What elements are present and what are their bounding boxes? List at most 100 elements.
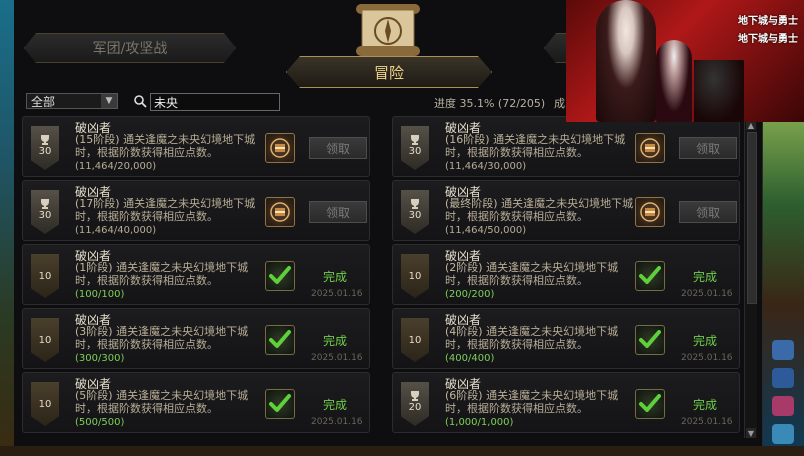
done-label: 完成 (323, 398, 348, 412)
points-badge: 30 (31, 190, 59, 234)
claim-button[interactable]: 领取 (679, 137, 737, 159)
points-value: 20 (408, 402, 422, 413)
trophy-icon (41, 199, 49, 209)
points-value: 10 (38, 271, 52, 282)
claim-button[interactable]: 领取 (309, 201, 367, 223)
done-label: 完成 (693, 334, 718, 348)
progress-text: 进度 35.1% (72/205) (434, 97, 546, 110)
completion-date: 2025.01.16 (681, 353, 733, 363)
points-badge: 10 (401, 318, 429, 362)
achievement-progress: (11,464/30,000) (445, 161, 527, 172)
achievement-progress: (1,000/1,000) (445, 417, 514, 428)
reward-chest-icon[interactable] (635, 197, 665, 227)
side-menu-icon[interactable] (772, 340, 794, 360)
achievement-stage: (4阶段) (445, 325, 483, 338)
achievement-description: (2阶段) 通关逢魔之未央幻境地下城时，根据阶数获得相应点数。 (445, 261, 635, 287)
ad-logo: 地下城与勇士 (738, 34, 798, 45)
scroll-down-icon[interactable]: ▼ (746, 428, 756, 438)
points-value: 10 (408, 335, 422, 346)
points-badge: 30 (31, 126, 59, 170)
completion-date: 2025.01.16 (311, 289, 363, 299)
scroll-thumb[interactable] (747, 132, 757, 304)
done-label: 完成 (693, 270, 718, 284)
achievement-stage: (17阶段) (75, 197, 120, 210)
ad-character (656, 40, 692, 122)
completion-date: 2025.01.16 (311, 417, 363, 427)
search-input[interactable] (150, 93, 280, 111)
points-badge: 30 (401, 126, 429, 170)
achievement-progress: (200/200) (445, 289, 495, 300)
achievement-stage: (15阶段) (75, 133, 120, 146)
achievement-stage: (16阶段) (445, 133, 490, 146)
achievement-progress: (400/400) (445, 353, 495, 364)
tab-label: 军团/攻坚战 (92, 41, 168, 57)
game-background-left (0, 0, 14, 456)
scrollbar[interactable]: ▲ ▼ (744, 120, 757, 438)
achievement-description: (4阶段) 通关逢魔之未央幻境地下城时，根据阶数获得相应点数。 (445, 325, 635, 351)
points-value: 10 (38, 399, 52, 410)
side-menu-icon[interactable] (772, 368, 794, 388)
dropdown-value: 全部 (31, 94, 56, 109)
tab-legion-siege[interactable]: 军团/攻坚战 (24, 33, 236, 63)
points-badge: 10 (31, 318, 59, 362)
points-value: 30 (38, 210, 52, 221)
achievement-description: (6阶段) 通关逢魔之未央幻境地下城时，根据阶数获得相应点数。 (445, 389, 635, 415)
achievement-card: 30 破凶者 (最终阶段) 通关逢魔之未央幻境地下城时，根据阶数获得相应点数。 (11… (392, 180, 740, 241)
progress-extra: 成 (554, 97, 565, 110)
points-badge: 10 (31, 254, 59, 298)
reward-chest-icon[interactable] (635, 133, 665, 163)
achievement-stage: (3阶段) (75, 325, 113, 338)
points-badge: 10 (401, 254, 429, 298)
points-value: 10 (38, 335, 52, 346)
trophy-icon (411, 391, 419, 401)
side-menu-icon[interactable] (772, 396, 794, 416)
ad-character (596, 0, 656, 122)
ad-banner[interactable]: 地下城与勇士 地下城与勇士 (566, 0, 804, 122)
achievement-card: 30 破凶者 (16阶段) 通关逢魔之未央幻境地下城时，根据阶数获得相应点数。 (11… (392, 116, 740, 177)
achievement-description: (5阶段) 通关逢魔之未央幻境地下城时，根据阶数获得相应点数。 (75, 389, 265, 415)
achievement-progress: (11,464/50,000) (445, 225, 527, 236)
category-dropdown[interactable]: 全部 ▼ (26, 93, 118, 109)
achievement-description: (17阶段) 通关逢魔之未央幻境地下城时，根据阶数获得相应点数。 (75, 197, 265, 223)
achievement-card: 30 破凶者 (15阶段) 通关逢魔之未央幻境地下城时，根据阶数获得相应点数。 (11… (22, 116, 370, 177)
done-label: 完成 (323, 270, 348, 284)
tab-adventure[interactable]: 冒险 (286, 56, 492, 88)
points-value: 30 (408, 210, 422, 221)
compass-scroll-icon (350, 0, 426, 58)
trophy-icon (41, 135, 49, 145)
achievement-card: 10 破凶者 (3阶段) 通关逢魔之未央幻境地下城时，根据阶数获得相应点数。 (300… (22, 308, 370, 369)
reward-chest-icon[interactable] (265, 133, 295, 163)
completion-date: 2025.01.16 (681, 417, 733, 427)
points-value: 30 (408, 146, 422, 157)
achievement-stage: (5阶段) (75, 389, 113, 402)
chevron-down-icon[interactable]: ▼ (101, 94, 117, 108)
achievement-description: (3阶段) 通关逢魔之未央幻境地下城时，根据阶数获得相应点数。 (75, 325, 265, 351)
side-menu-icon[interactable] (772, 424, 794, 444)
achievement-card: 30 破凶者 (17阶段) 通关逢魔之未央幻境地下城时，根据阶数获得相应点数。 (11… (22, 180, 370, 241)
tab-label: 冒险 (373, 63, 404, 82)
trophy-icon (411, 199, 419, 209)
checkmark-icon (265, 325, 295, 355)
achievement-stage: (最终阶段) (445, 197, 498, 210)
achievement-progress: (11,464/20,000) (75, 161, 157, 172)
points-badge: 30 (401, 190, 429, 234)
points-badge: 20 (401, 382, 429, 426)
completion-date: 2025.01.16 (311, 353, 363, 363)
points-value: 10 (408, 271, 422, 282)
claim-button[interactable]: 领取 (679, 201, 737, 223)
achievement-progress: (500/500) (75, 417, 125, 428)
achievement-description: (16阶段) 通关逢魔之未央幻境地下城时，根据阶数获得相应点数。 (445, 133, 635, 159)
trophy-icon (411, 135, 419, 145)
achievement-stage: (1阶段) (75, 261, 113, 274)
points-badge: 10 (31, 382, 59, 426)
achievement-card: 10 破凶者 (2阶段) 通关逢魔之未央幻境地下城时，根据阶数获得相应点数。 (200… (392, 244, 740, 305)
claim-button[interactable]: 领取 (309, 137, 367, 159)
search-icon (134, 95, 147, 108)
reward-chest-icon[interactable] (265, 197, 295, 227)
achievement-card: 20 破凶者 (6阶段) 通关逢魔之未央幻境地下城时，根据阶数获得相应点数。 (1,0… (392, 372, 740, 433)
checkmark-icon (635, 389, 665, 419)
achievement-stage: (6阶段) (445, 389, 483, 402)
achievement-card: 10 破凶者 (1阶段) 通关逢魔之未央幻境地下城时，根据阶数获得相应点数。 (100… (22, 244, 370, 305)
checkmark-icon (265, 261, 295, 291)
points-value: 30 (38, 146, 52, 157)
